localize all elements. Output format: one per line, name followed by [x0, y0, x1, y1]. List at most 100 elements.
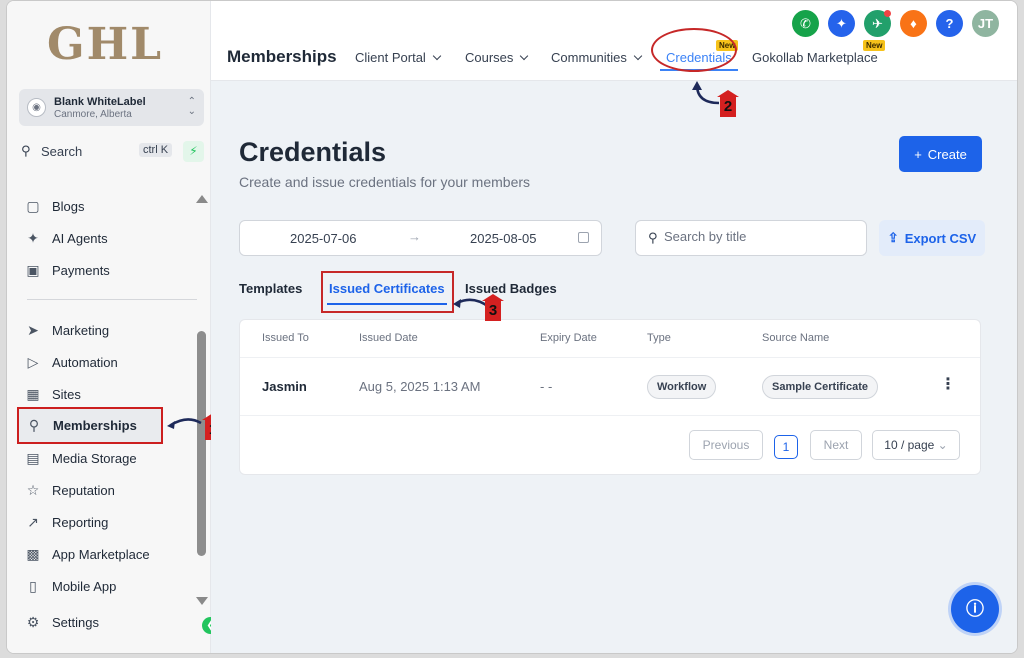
browser-icon: ▦ [26, 385, 40, 402]
location-icon: ◉ [27, 98, 46, 117]
sidebar-item-automation[interactable]: ▷ Automation [24, 349, 184, 375]
page-number-button[interactable]: 1 [774, 435, 798, 459]
sidebar: GHL ◉ Blank WhiteLabel Canmore, Alberta … [7, 1, 219, 653]
column-source-name: Source Name [762, 332, 830, 344]
avatar[interactable]: JT [972, 10, 999, 37]
chat-help-icon[interactable]: ⓘ [951, 585, 999, 633]
chevron-down-icon [520, 51, 529, 61]
previous-page-button[interactable]: Previous [689, 430, 763, 460]
sidebar-divider [27, 299, 197, 300]
image-icon: ▤ [26, 449, 40, 466]
tab-label: Communities [551, 50, 627, 65]
sidebar-item-label: Sites [52, 386, 81, 402]
sidebar-item-payments[interactable]: ▣ Payments [24, 257, 184, 283]
sidebar-item-blogs[interactable]: ▢ Blogs [24, 193, 184, 219]
phone-icon[interactable]: ✆ [792, 10, 819, 37]
annotation-marker-3: 3 [482, 294, 504, 321]
more-options-icon[interactable]: ⋮ [940, 377, 956, 393]
type-pill: Workflow [647, 375, 717, 399]
column-expiry-date: Expiry Date [540, 332, 597, 344]
tab-templates[interactable]: Templates [239, 281, 302, 296]
search-label: Search [41, 144, 83, 159]
annotation-arrow-1 [167, 418, 202, 429]
sidebar-item-label: Payments [52, 262, 110, 278]
notification-dot [884, 10, 891, 17]
date-from[interactable]: 2025-07-06 [290, 231, 357, 246]
search-input[interactable] [664, 229, 854, 244]
page-size-select[interactable]: 10 / page ⌄ [872, 430, 960, 460]
account-location: Canmore, Alberta [54, 109, 132, 120]
help-icon[interactable]: ? [936, 10, 963, 37]
sidebar-search[interactable]: ⚲ Search ctrl K [19, 141, 179, 163]
sparkle-icon: ✦ [27, 229, 39, 246]
tab-gokollab-marketplace[interactable]: Gokollab Marketplace [752, 50, 878, 65]
dollar-icon: ▣ [26, 261, 40, 278]
page-title: Credentials [239, 137, 387, 167]
next-page-button[interactable]: Next [810, 430, 862, 460]
search-shortcut: ctrl K [139, 143, 173, 157]
sidebar-item-mobile-app[interactable]: ▯ Mobile App [24, 573, 184, 599]
create-button[interactable]: + Create [899, 136, 982, 172]
grid-icon: ▩ [26, 545, 40, 562]
tab-label: Client Portal [355, 50, 426, 65]
date-to[interactable]: 2025-08-05 [470, 231, 537, 246]
bell-icon[interactable]: ♦ [900, 10, 927, 37]
page-size-label: 10 / page [884, 438, 935, 452]
sidebar-item-label: AI Agents [52, 230, 108, 246]
table-row[interactable]: Jasmin Aug 5, 2025 1:13 AM - - Workflow … [240, 358, 980, 416]
scroll-up-arrow[interactable] [196, 195, 208, 203]
cell-expiry-date: - - [540, 379, 553, 394]
sidebar-item-reporting[interactable]: ↗ Reporting [24, 509, 184, 535]
section-title: Memberships [227, 47, 337, 66]
tab-client-portal[interactable]: Client Portal [355, 50, 442, 65]
new-badge: New [863, 40, 886, 51]
sidebar-item-reputation[interactable]: ☆ Reputation [24, 477, 184, 503]
sparkle-icon[interactable]: ✦ [828, 10, 855, 37]
sidebar-item-label: Marketing [52, 322, 110, 338]
arrow-right-icon: → [408, 229, 421, 244]
megaphone-icon[interactable]: ✈ [864, 10, 891, 37]
export-csv-button[interactable]: ⇪ Export CSV [879, 220, 985, 256]
upload-icon: ⇪ [887, 230, 899, 245]
account-switcher[interactable]: ◉ Blank WhiteLabel Canmore, Alberta ⌃ ⌄ [19, 89, 204, 126]
cube-icon: ▢ [26, 197, 40, 214]
sidebar-item-memberships[interactable]: ⚲ Memberships [17, 407, 163, 444]
phone-icon: ▯ [29, 577, 37, 594]
cell-issued-to: Jasmin [262, 379, 307, 394]
sidebar-item-sites[interactable]: ▦ Sites [24, 381, 184, 407]
column-issued-to: Issued To [262, 332, 309, 344]
cell-issued-date: Aug 5, 2025 1:13 AM [359, 379, 481, 394]
plus-icon: + [914, 146, 922, 162]
sidebar-item-label: Settings [52, 614, 99, 630]
sidebar-item-label: Reputation [52, 482, 115, 498]
source-pill: Sample Certificate [762, 375, 878, 399]
annotation-marker-2: 2 [717, 90, 739, 117]
gear-icon: ⚙ [26, 613, 40, 630]
tab-courses[interactable]: Courses [465, 50, 529, 65]
tab-communities[interactable]: Communities [551, 50, 643, 65]
sidebar-scrollbar[interactable] [197, 331, 206, 556]
date-range-picker[interactable]: 2025-07-06 → 2025-08-05 [239, 220, 602, 256]
search-icon: ⚲ [21, 143, 31, 158]
sidebar-item-marketing[interactable]: ➤ Marketing [24, 317, 184, 343]
column-type: Type [647, 332, 671, 344]
chevron-down-icon [432, 51, 442, 61]
sidebar-item-ai-agents[interactable]: ✦ AI Agents [24, 225, 184, 251]
sidebar-item-media-storage[interactable]: ▤ Media Storage [24, 445, 184, 471]
sidebar-item-label: Mobile App [52, 578, 117, 594]
column-issued-date: Issued Date [359, 332, 418, 344]
bolt-icon[interactable]: ⚡ [183, 141, 204, 162]
sidebar-item-settings[interactable]: ⚙ Settings [24, 609, 184, 635]
star-icon: ☆ [26, 481, 40, 498]
chevron-down-icon: ⌄ [937, 438, 948, 452]
sidebar-item-label: Media Storage [52, 450, 137, 466]
search-by-title[interactable]: ⚲ [635, 220, 867, 256]
sidebar-item-label: Automation [52, 354, 118, 370]
chevron-down-icon [633, 51, 643, 61]
page-subtitle: Create and issue credentials for your me… [239, 174, 531, 190]
play-icon: ▷ [27, 353, 39, 370]
scroll-down-arrow[interactable] [196, 597, 208, 605]
sidebar-item-app-marketplace[interactable]: ▩ App Marketplace [24, 541, 184, 567]
sidebar-item-label: App Marketplace [52, 546, 150, 562]
chevron-updown-icon: ⌃ ⌄ [187, 96, 196, 117]
